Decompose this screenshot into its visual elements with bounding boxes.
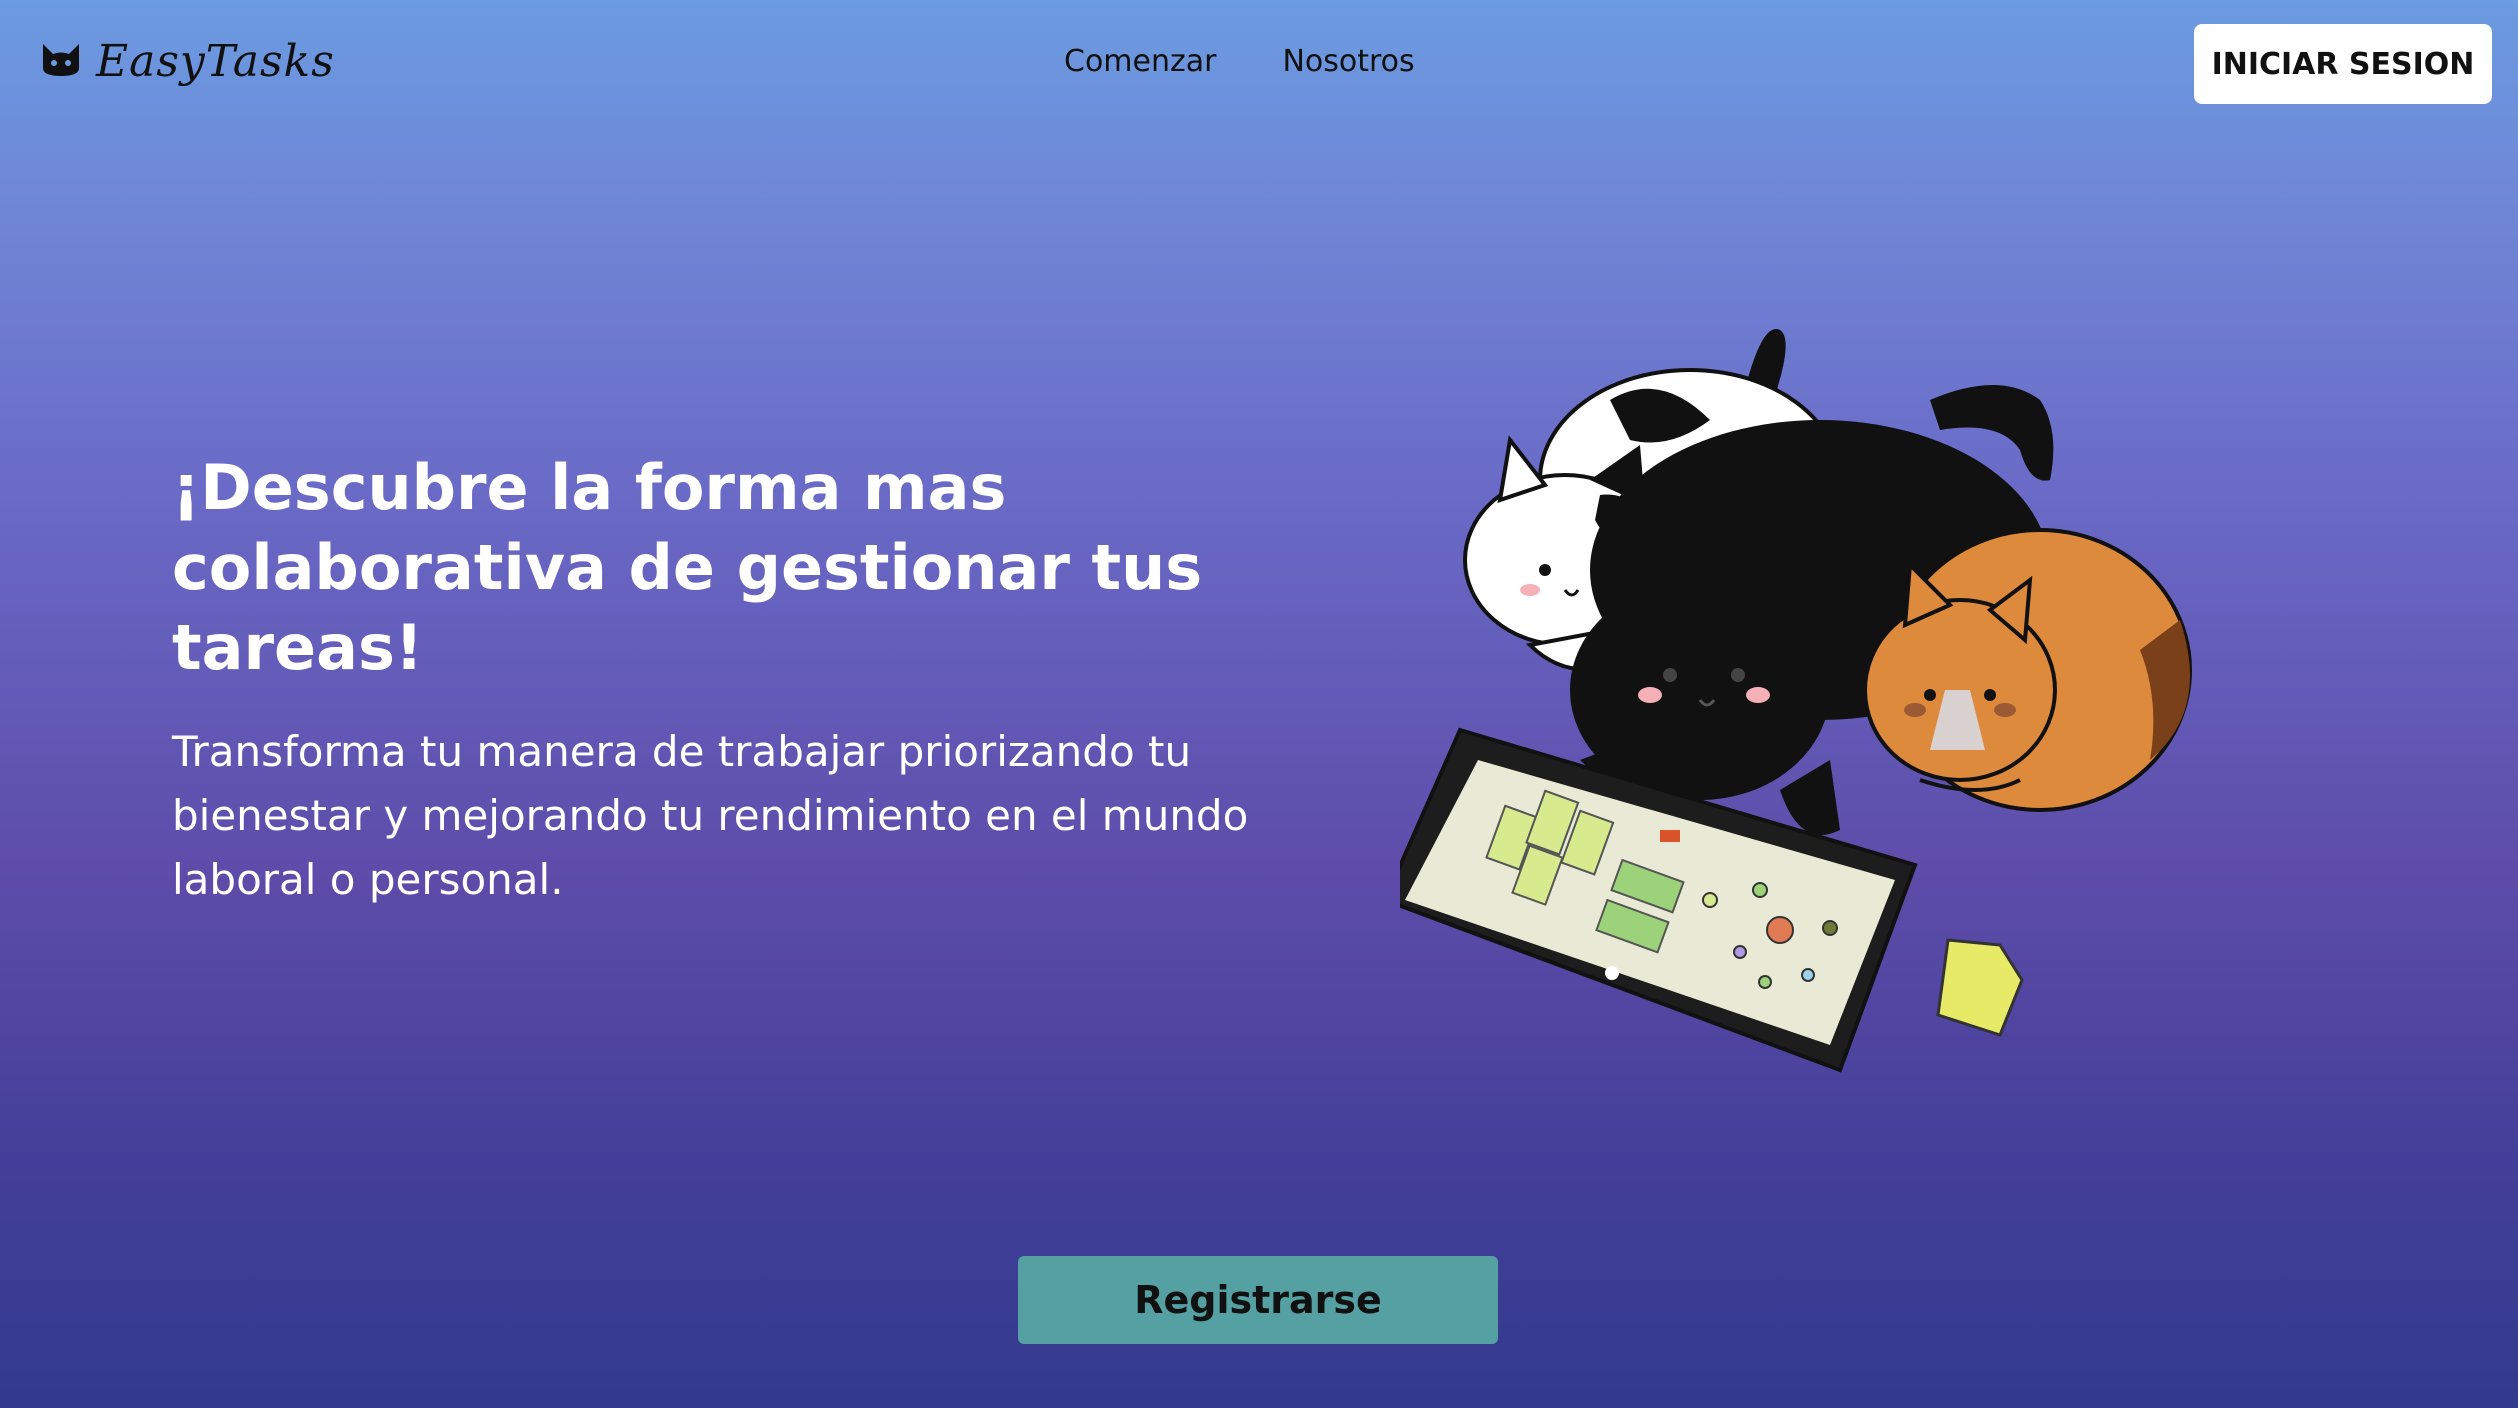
orange-cat-illustration [1863, 528, 2192, 812]
cat-logo-icon [40, 42, 82, 82]
nav-link-comenzar[interactable]: Comenzar [1064, 44, 1216, 79]
sticky-note-illustration [1936, 938, 2024, 1037]
hero-subtitle: Transforma tu manera de trabajar prioriz… [172, 727, 1249, 904]
logo[interactable]: EasyTasks [40, 36, 335, 87]
main-nav: Comenzar Nosotros [1064, 44, 1415, 79]
hero-title: ¡Descubre la forma mas colaborativa de g… [172, 451, 1203, 684]
cats-with-tablet-illustration [1400, 329, 2192, 1073]
nav-link-nosotros[interactable]: Nosotros [1282, 44, 1414, 79]
register-button[interactable]: Registrarse [1018, 1256, 1498, 1344]
logo-text: EasyTasks [96, 36, 335, 87]
login-button[interactable]: INICIAR SESION [2194, 24, 2492, 104]
